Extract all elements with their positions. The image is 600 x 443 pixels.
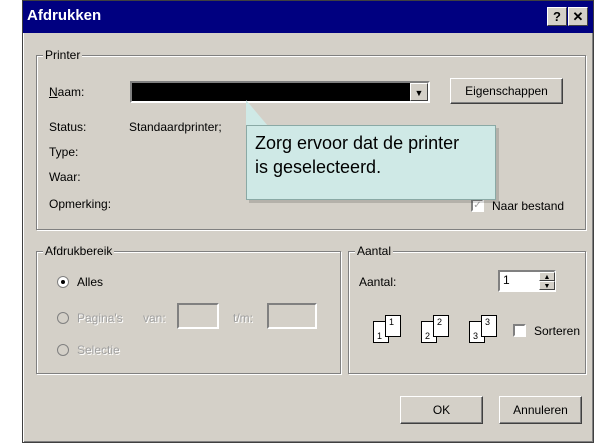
status-label: Status: [49,120,87,134]
title-bar: Afdrukken ? ✕ [23,1,593,33]
cancel-button[interactable]: Annuleren [499,396,582,424]
window-title: Afdrukken [27,7,102,24]
all-radio[interactable] [57,276,69,288]
spin-down-icon[interactable]: ▼ [539,281,555,290]
page-icon: 2 [433,315,449,337]
help-button[interactable]: ? [547,7,567,26]
where-label: Waar: [49,170,81,184]
page-icon-number: 2 [425,331,431,341]
type-label: Type: [49,145,79,159]
name-label: Naam: [49,85,85,99]
page-icon-number: 3 [473,331,479,341]
print-range-legend: Afdrukbereik [43,244,115,258]
copies-legend: Aantal [355,244,394,258]
instruction-callout: Zorg ervoor dat de printer is geselectee… [246,125,496,200]
page-icon-number: 1 [389,317,395,327]
collate-checkbox[interactable] [513,324,526,337]
callout-line-2: is geselecteerd. [255,157,382,177]
selection-label: Selectie [77,343,120,357]
page-icon-number: 1 [377,331,383,341]
page-icon-number: 2 [437,317,443,327]
page-icon: 1 [385,315,401,337]
selection-radio[interactable] [57,344,69,356]
pages-label: Pagina's [77,311,123,325]
to-label: t/m: [233,311,253,325]
copies-value: 1 [503,273,510,287]
print-to-file-label: Naar bestand [492,199,565,213]
tooltip-pointer [246,100,268,126]
all-label: Alles [77,275,104,289]
page-icon: 3 [481,315,497,337]
collate-label: Sorteren [534,324,581,338]
name-label-rest: aam: [57,85,85,99]
from-input[interactable] [177,303,219,329]
printer-name-combo[interactable]: ▼ [130,81,430,103]
print-to-file-checkbox[interactable]: ✓ [471,199,484,212]
callout-line-1: Zorg ervoor dat de printer [255,133,460,153]
printer-group-legend: Printer [43,48,83,62]
properties-button[interactable]: Eigenschappen [450,78,563,104]
spin-up-icon[interactable]: ▲ [539,272,555,281]
ok-button[interactable]: OK [400,396,483,424]
close-button[interactable]: ✕ [568,7,588,26]
print-dialog: Afdrukken ? ✕ Printer Naam: ▼ Eigenschap… [22,0,594,443]
from-label: van: [143,311,166,325]
to-input[interactable] [267,303,317,329]
page-icon-number: 3 [485,317,491,327]
print-range-group: Afdrukbereik Alles Pagina's van: t/m: Se… [36,244,341,374]
copies-group: Aantal Aantal: 1 ▲ ▼ 1 1 2 2 3 3 Sortere… [348,244,586,374]
status-value: Standaardprinter; [129,120,222,134]
comment-label: Opmerking: [49,197,112,211]
chevron-down-icon[interactable]: ▼ [410,83,428,101]
copies-label: Aantal: [359,275,397,289]
pages-radio[interactable] [57,312,69,324]
